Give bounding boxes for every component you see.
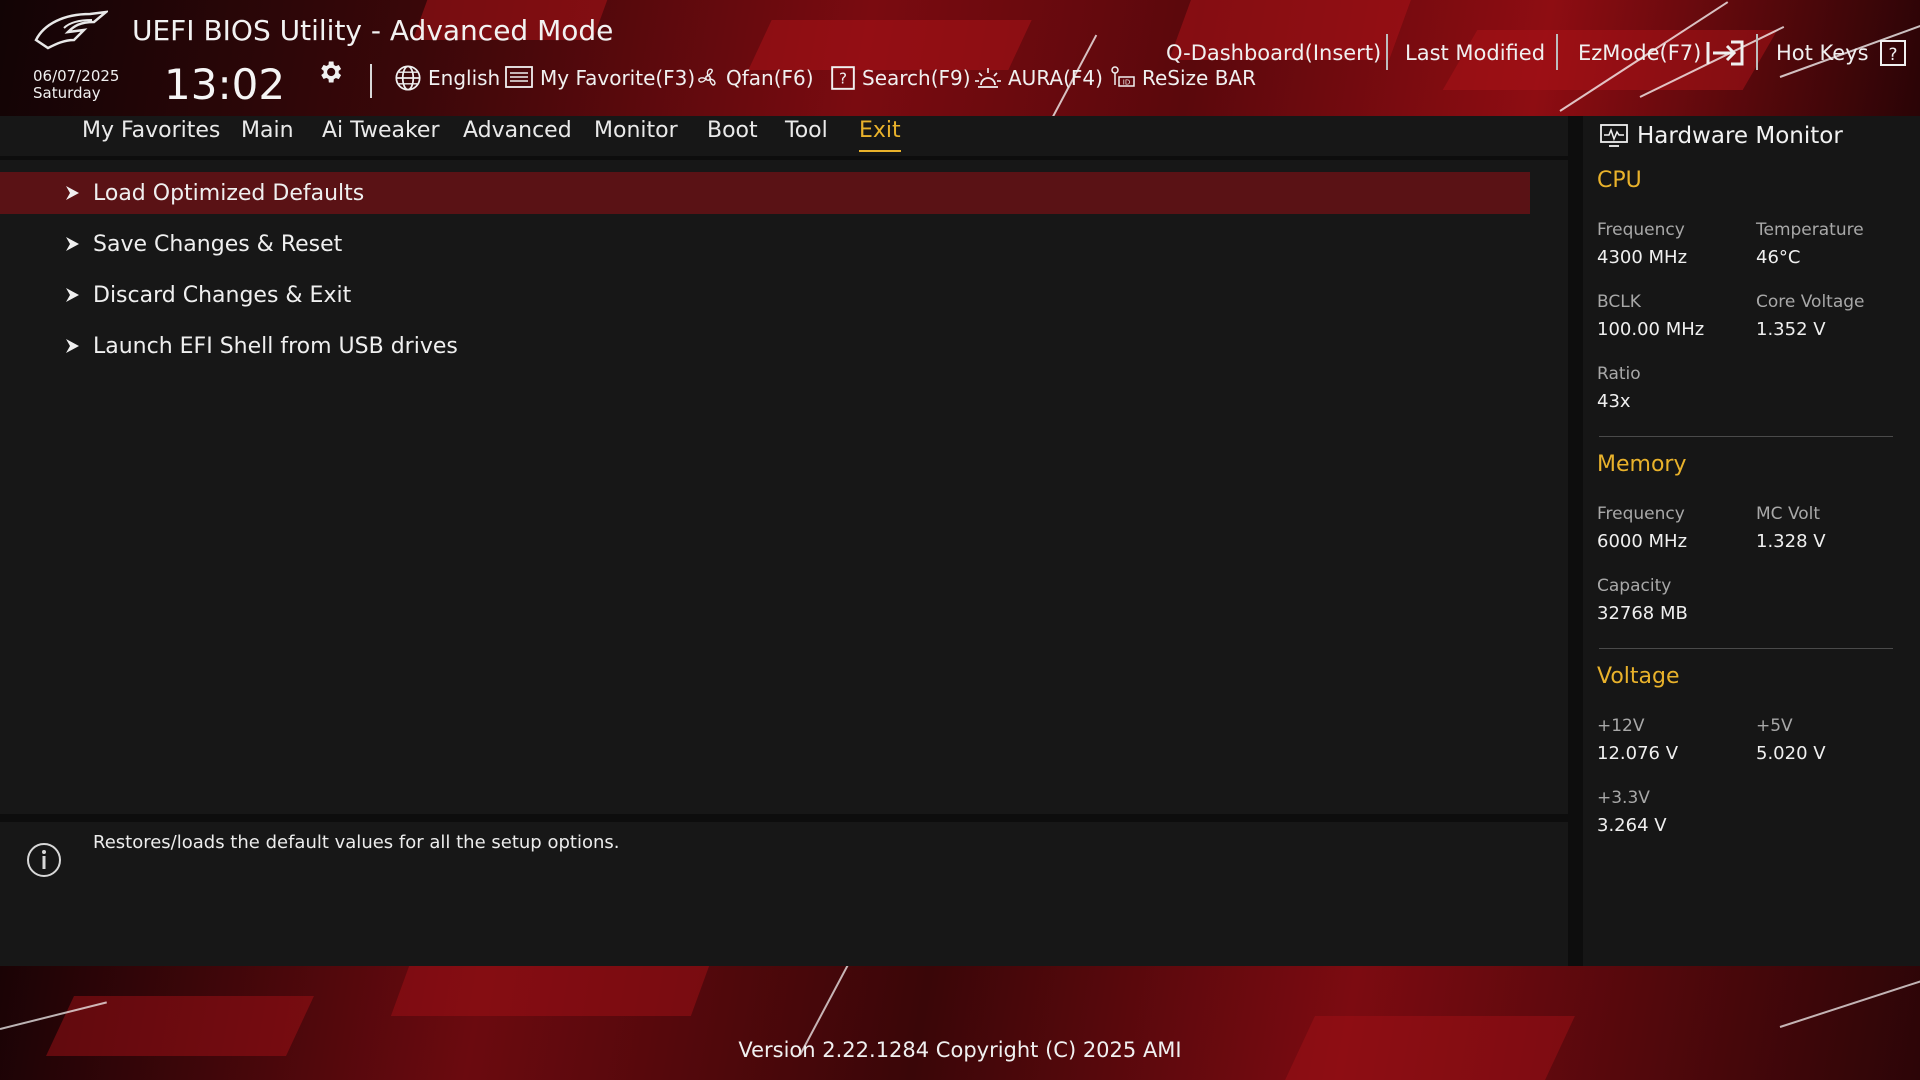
main-panel: Load Optimized Defaults Save Changes & R… (0, 160, 1568, 814)
v5-label: +5V (1756, 716, 1793, 736)
tab-advanced[interactable]: Advanced (463, 116, 572, 150)
language-button[interactable]: English (394, 62, 500, 94)
memory-frequency-value: 6000 MHz (1597, 531, 1688, 552)
svg-text:?: ? (839, 69, 847, 87)
voltage-section-title: Voltage (1597, 664, 1680, 689)
capacity-value: 32768 MB (1597, 603, 1688, 624)
tab-my-favorites[interactable]: My Favorites (82, 116, 220, 150)
footer-decor (390, 966, 710, 1016)
cpu-temperature-label: Temperature (1756, 220, 1864, 240)
search-help-icon: ? (831, 66, 855, 90)
footer-divider (1386, 34, 1388, 70)
arrow-right-icon (66, 186, 79, 200)
clock-time[interactable]: 13:02 (164, 60, 285, 109)
v33-label: +3.3V (1597, 788, 1650, 808)
date-text: 06/07/2025 (33, 67, 120, 85)
capacity-label: Capacity (1597, 576, 1672, 596)
hardware-monitor-panel: Hardware Monitor CPU Frequency 4300 MHz … (1583, 116, 1920, 966)
aura-button[interactable]: AURA(F4) (974, 62, 1103, 94)
v12-value: 12.076 V (1597, 743, 1679, 764)
help-panel: Restores/loads the default values for al… (0, 822, 1568, 966)
footer-divider (1556, 34, 1558, 70)
hardware-monitor-title: Hardware Monitor (1637, 123, 1843, 149)
tab-ai-tweaker[interactable]: Ai Tweaker (322, 116, 440, 150)
my-favorite-button[interactable]: My Favorite(F3) (504, 62, 695, 94)
info-icon (27, 843, 61, 877)
svg-text:ID: ID (1123, 79, 1130, 87)
hardware-monitor-icon (1600, 124, 1628, 147)
mc-volt-value: 1.328 V (1756, 531, 1826, 552)
cpu-section-title: CPU (1597, 168, 1642, 193)
arrow-right-icon (66, 237, 79, 251)
footer-divider (1756, 34, 1758, 70)
globe-icon (395, 65, 421, 91)
hot-keys-button[interactable]: Hot Keys ? (1776, 36, 1907, 70)
ezmode-button[interactable]: EzMode(F7) (1578, 36, 1745, 70)
v12-label: +12V (1597, 716, 1645, 736)
cpu-frequency-label: Frequency (1597, 220, 1685, 240)
tab-exit[interactable]: Exit (859, 116, 901, 152)
menu-item-label: Load Optimized Defaults (93, 180, 365, 206)
menu-item-load-optimized-defaults[interactable]: Load Optimized Defaults (0, 172, 1530, 214)
rog-logo (34, 10, 108, 50)
section-divider (1599, 648, 1893, 649)
question-icon: ? (1879, 40, 1906, 66)
search-button[interactable]: ? Search(F9) (830, 62, 971, 94)
ratio-value: 43x (1597, 391, 1631, 412)
ratio-label: Ratio (1597, 364, 1641, 384)
footer-bar (0, 966, 1920, 1080)
menu-item-save-changes-reset[interactable]: Save Changes & Reset (0, 223, 1530, 265)
bclk-label: BCLK (1597, 292, 1641, 312)
favorite-list-icon (505, 66, 533, 88)
arrow-right-icon (66, 339, 79, 353)
aura-light-icon (975, 68, 1001, 88)
menu-item-label: Discard Changes & Exit (93, 282, 352, 308)
qfan-label: Qfan(F6) (726, 66, 814, 90)
memory-section-title: Memory (1597, 452, 1687, 477)
hot-keys-label: Hot Keys (1776, 41, 1869, 65)
my-favorite-label: My Favorite(F3) (540, 66, 696, 90)
cpu-temperature-value: 46°C (1756, 247, 1801, 268)
menu-item-label: Save Changes & Reset (93, 231, 343, 257)
day-text: Saturday (33, 84, 101, 102)
gear-icon[interactable] (316, 58, 344, 86)
last-modified-button[interactable]: Last Modified (1405, 36, 1545, 70)
q-dashboard-button[interactable]: Q-Dashboard(Insert) (1166, 36, 1381, 70)
tab-tool[interactable]: Tool (785, 116, 828, 150)
version-text: Version 2.22.1284 Copyright (C) 2025 AMI (738, 1038, 1182, 1062)
v33-value: 3.264 V (1597, 815, 1667, 836)
cpu-frequency-value: 4300 MHz (1597, 247, 1688, 268)
tab-monitor[interactable]: Monitor (594, 116, 678, 150)
svg-text:?: ? (1888, 45, 1897, 65)
exit-arrow-icon (1706, 40, 1744, 66)
tab-main[interactable]: Main (241, 116, 294, 150)
menu-item-discard-changes-exit[interactable]: Discard Changes & Exit (0, 274, 1530, 316)
core-voltage-label: Core Voltage (1756, 292, 1865, 312)
app-title: UEFI BIOS Utility - Advanced Mode (132, 14, 614, 47)
aura-label: AURA(F4) (1008, 66, 1103, 90)
menu-item-launch-efi-shell[interactable]: Launch EFI Shell from USB drives (0, 325, 1530, 367)
menu-item-label: Launch EFI Shell from USB drives (93, 333, 458, 359)
help-text: Restores/loads the default values for al… (93, 832, 620, 853)
ezmode-label: EzMode(F7) (1578, 41, 1702, 65)
qfan-button[interactable]: Qfan(F6) (696, 62, 814, 94)
bclk-value: 100.00 MHz (1597, 319, 1705, 340)
search-label: Search(F9) (862, 66, 971, 90)
section-divider (1599, 436, 1893, 437)
fan-icon (698, 68, 716, 86)
header-divider (370, 64, 372, 98)
tab-bar (0, 116, 1568, 156)
v5-value: 5.020 V (1756, 743, 1826, 764)
core-voltage-value: 1.352 V (1756, 319, 1826, 340)
language-label: English (428, 66, 501, 90)
memory-frequency-label: Frequency (1597, 504, 1685, 524)
footer-streak (1779, 976, 1920, 1028)
resize-bar-icon: ID (1111, 66, 1135, 87)
tab-boot[interactable]: Boot (707, 116, 758, 150)
hardware-monitor-header[interactable]: Hardware Monitor (1599, 116, 1843, 156)
mc-volt-label: MC Volt (1756, 504, 1821, 524)
arrow-right-icon (66, 288, 79, 302)
